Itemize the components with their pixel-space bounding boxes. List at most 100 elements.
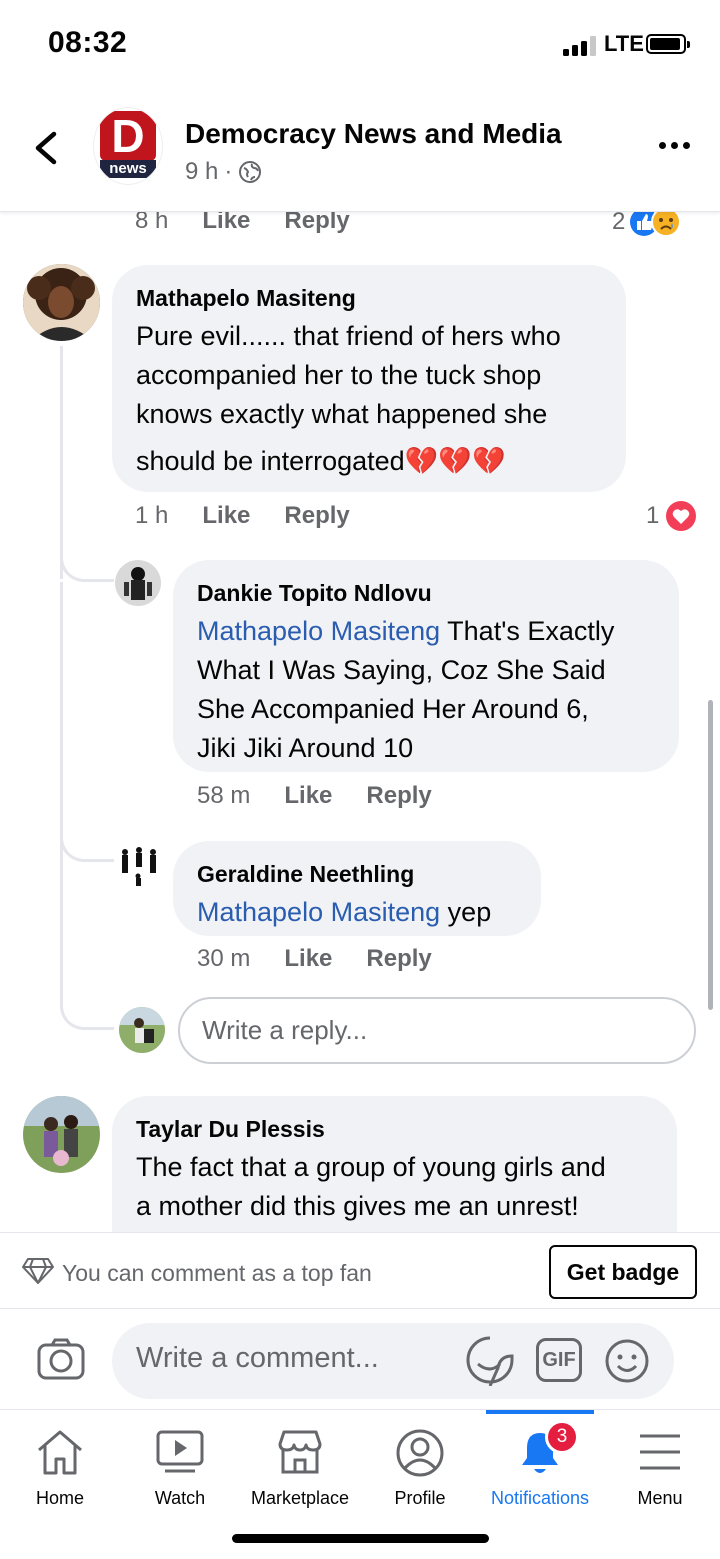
reply-text: Mathapelo Masiteng yep	[197, 897, 492, 927]
reply-button[interactable]: Reply	[366, 782, 431, 810]
tab-label: Notifications	[490, 1488, 590, 1508]
reply-author[interactable]: Geraldine Neethling	[197, 859, 517, 889]
reply-author[interactable]: Dankie Topito Ndlovu	[197, 578, 655, 608]
avatar-image	[23, 264, 100, 341]
home-indicator	[232, 1534, 489, 1543]
thread-line	[60, 582, 63, 1004]
comments-list: 8 h Like Reply 2 Mathapelo Masiteng Pure	[0, 212, 720, 1232]
reply-actions: 58 m Like Reply	[197, 782, 432, 810]
reaction-count: 2	[612, 212, 626, 235]
globe-icon	[239, 161, 262, 183]
page-name[interactable]: Democracy News and Media	[185, 118, 562, 150]
tab-label: Profile	[394, 1488, 446, 1508]
avatar-taylar[interactable]	[23, 1096, 100, 1173]
watch-icon	[156, 1430, 204, 1473]
reaction-summary[interactable]: 1	[646, 500, 697, 532]
like-button[interactable]: Like	[202, 502, 250, 530]
reply-text: Mathapelo Masiteng That's Exactly What I…	[197, 616, 615, 763]
thread-connector	[60, 832, 114, 862]
comment-actions: 1 h Like Reply	[135, 502, 350, 530]
signal-icon	[563, 36, 599, 56]
reply-bubble[interactable]: Dankie Topito Ndlovu Mathapelo Masiteng …	[173, 560, 679, 772]
thread-connector	[60, 1002, 114, 1030]
avatar-dankie[interactable]	[115, 560, 161, 606]
prev-comment-actions: 8 h Like Reply	[135, 212, 350, 235]
menu-icon	[640, 1434, 680, 1470]
network-type: LTE	[604, 31, 644, 56]
avatar-image	[115, 560, 161, 606]
tab-menu[interactable]: Menu	[600, 1410, 720, 1520]
reply-time: 30 m	[197, 945, 251, 972]
reply-button[interactable]: Reply	[284, 502, 349, 530]
mention-link[interactable]: Mathapelo Masiteng	[197, 616, 440, 646]
battery-icon	[646, 34, 690, 54]
more-options-icon[interactable]	[659, 142, 690, 149]
reaction-summary[interactable]: 2	[612, 212, 682, 237]
post-age: 9 h	[185, 158, 219, 185]
scrollbar[interactable]	[708, 700, 713, 1010]
post-meta: 9 h ·	[185, 158, 262, 186]
comment-author[interactable]: Mathapelo Masiteng	[136, 283, 602, 313]
profile-icon	[396, 1429, 444, 1477]
page-avatar[interactable]: D news	[94, 108, 162, 184]
avatar-image	[119, 1007, 165, 1053]
sad-reaction-icon	[651, 212, 682, 237]
tab-label: Marketplace	[250, 1488, 350, 1508]
logo-word: news	[100, 160, 156, 178]
logo-letter: D	[100, 111, 156, 161]
back-arrow-icon[interactable]	[30, 128, 62, 168]
gif-icon[interactable]: GIF	[536, 1338, 582, 1382]
top-fan-text: You can comment as a top fan	[62, 1260, 372, 1286]
avatar-image	[115, 842, 161, 888]
tab-home[interactable]: Home	[0, 1410, 120, 1520]
top-fan-bar: You can comment as a top fan Get badge	[0, 1232, 720, 1308]
avatar-geraldine[interactable]	[115, 842, 161, 888]
mention-link[interactable]: Mathapelo Masiteng	[197, 897, 440, 927]
get-badge-button[interactable]: Get badge	[549, 1245, 697, 1299]
tab-profile[interactable]: Profile	[360, 1410, 480, 1520]
tab-notifications[interactable]: 3 Notifications	[480, 1410, 600, 1520]
marketplace-icon	[278, 1430, 322, 1474]
tab-watch[interactable]: Watch	[120, 1410, 240, 1520]
comment-time: 8 h	[135, 212, 169, 234]
broken-heart-emoji: 💔💔💔	[404, 446, 506, 476]
reply-button[interactable]: Reply	[284, 212, 349, 235]
notification-badge: 3	[545, 1420, 579, 1454]
avatar-mathapelo[interactable]	[23, 264, 100, 341]
status-time: 08:32	[48, 26, 128, 59]
tab-marketplace[interactable]: Marketplace	[240, 1410, 360, 1520]
meta-separator: ·	[224, 158, 233, 185]
reaction-count: 1	[646, 502, 660, 529]
reply-time: 58 m	[197, 782, 251, 809]
comment-input[interactable]: Write a comment... GIF	[112, 1323, 674, 1399]
tab-label: Menu	[637, 1488, 683, 1508]
tab-label: Watch	[154, 1488, 206, 1508]
comment-author[interactable]: Taylar Du Plessis	[136, 1114, 653, 1144]
comment-bubble[interactable]: Mathapelo Masiteng Pure evil...... that …	[112, 265, 626, 492]
thread-connector	[60, 552, 114, 582]
heart-reaction-icon	[666, 501, 697, 531]
comment-time: 1 h	[135, 502, 169, 529]
comment-text: Pure evil...... that friend of hers who …	[136, 321, 561, 476]
diamond-icon	[22, 1258, 54, 1284]
comment-bubble[interactable]: Taylar Du Plessis The fact that a group …	[112, 1096, 677, 1232]
reply-button[interactable]: Reply	[366, 945, 431, 973]
sticker-icon[interactable]	[464, 1334, 516, 1386]
emoji-icon[interactable]	[604, 1338, 650, 1384]
post-header: D news Democracy News and Media 9 h ·	[0, 88, 720, 212]
like-button[interactable]: Like	[284, 945, 332, 973]
reply-input[interactable]: Write a reply...	[178, 997, 696, 1064]
like-button[interactable]: Like	[284, 782, 332, 810]
camera-icon[interactable]	[36, 1337, 86, 1381]
avatar-image	[23, 1096, 100, 1173]
like-button[interactable]: Like	[202, 212, 250, 235]
comment-placeholder: Write a comment...	[136, 1342, 379, 1374]
thread-line	[60, 346, 63, 579]
status-bar: 08:32 LTE	[0, 0, 720, 88]
avatar-current-user	[119, 1007, 165, 1053]
reply-bubble[interactable]: Geraldine Neethling Mathapelo Masiteng y…	[173, 841, 541, 936]
tab-label: Home	[35, 1488, 84, 1508]
reply-actions: 30 m Like Reply	[197, 945, 432, 973]
home-icon	[38, 1430, 82, 1475]
comment-composer: Write a comment... GIF	[0, 1308, 720, 1410]
